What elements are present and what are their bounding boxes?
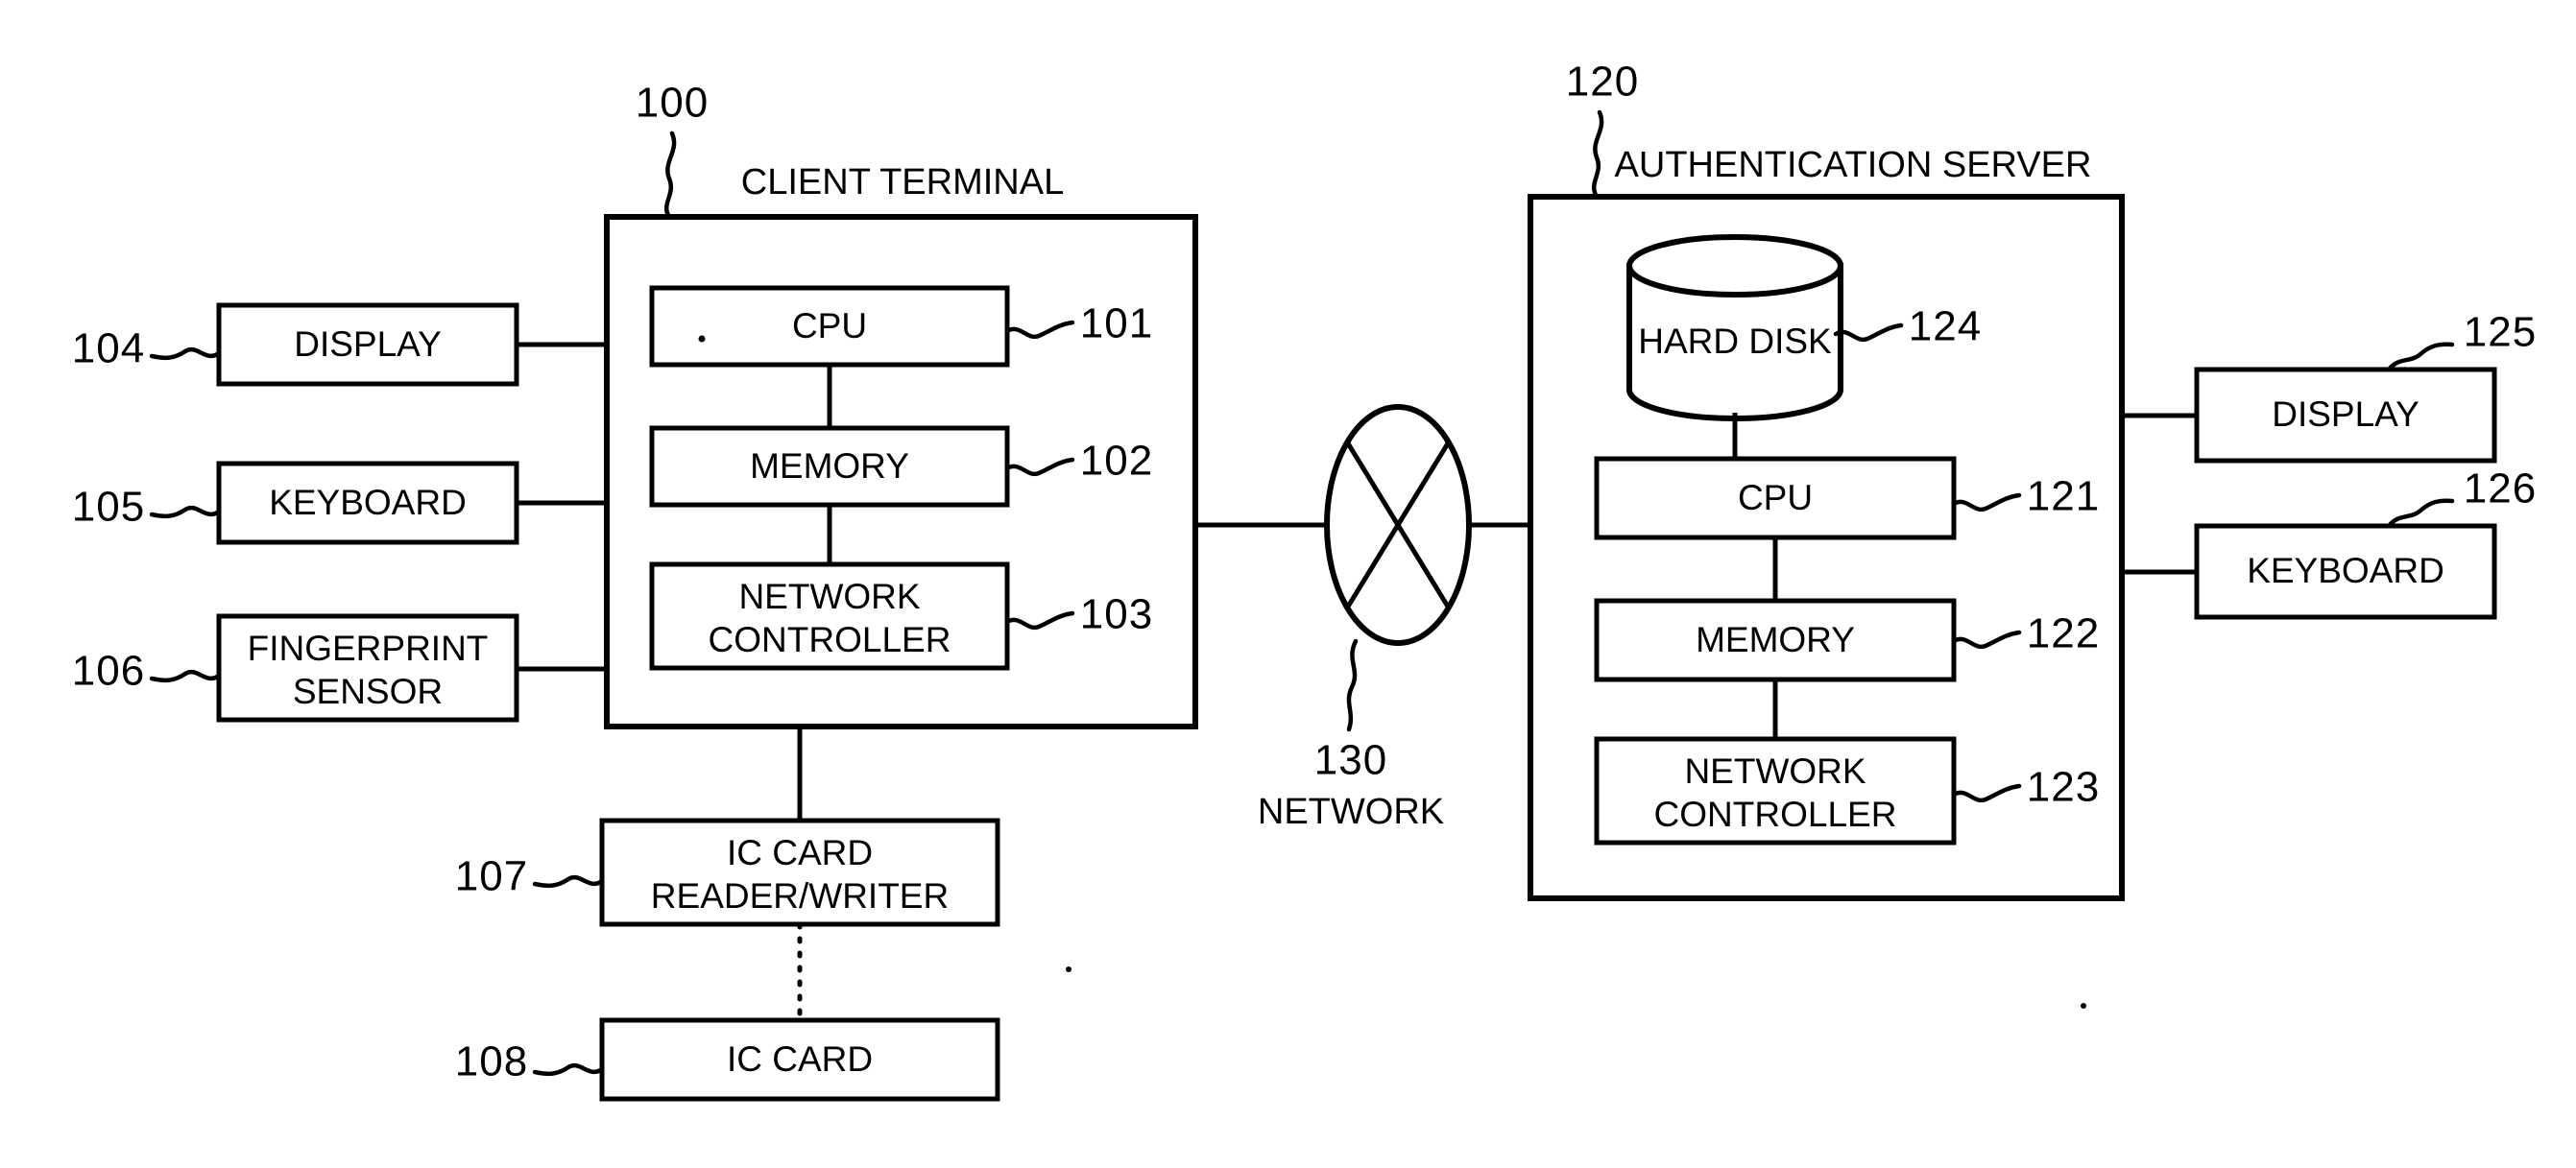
leader-102 [1004,457,1075,477]
ref-107: 107 [455,853,528,900]
ref-108: 108 [455,1038,528,1085]
ref-130: 130 [1314,737,1387,784]
ic-card-label: IC CARD [727,1039,873,1079]
leader-105 [149,505,222,519]
leader-126 [2386,498,2455,529]
network-label: NETWORK [1258,792,1444,832]
ref-126: 126 [2464,465,2537,512]
leader-103 [1004,610,1075,631]
leader-106 [149,669,222,683]
client-display-label: DISPLAY [294,324,442,364]
ref-101: 101 [1080,300,1153,347]
client-memory-label: MEMORY [750,446,909,486]
server-network-controller-label-line1: NETWORK [1684,751,1866,791]
ref-122: 122 [2027,610,2100,657]
leader-125 [2386,342,2455,372]
client-fingerprint-sensor-label-line1: FINGERPRINT [248,629,489,668]
leader-121 [1951,492,2022,512]
ink-speck [2081,1003,2086,1009]
hard-disk-label: HARD DISK [1638,322,1832,361]
server-cpu-label: CPU [1738,478,1813,517]
leader-123 [1951,783,2022,803]
ref-103: 103 [1080,591,1153,638]
ref-105: 105 [72,484,145,531]
patent-figure-canvas: CLIENT TERMINAL 100 CPU 101 MEMORY 102 N… [0,0,2576,1168]
client-terminal-title: CLIENT TERMINAL [741,162,1064,203]
server-memory-label: MEMORY [1696,620,1855,659]
leader-120 [1591,109,1604,200]
ref-120: 120 [1566,59,1639,106]
ic-card-reader-writer-label-line2: READER/WRITER [651,876,949,916]
ref-104: 104 [72,325,145,372]
client-network-controller-label-line1: NETWORK [738,577,920,616]
server-display-label: DISPLAY [2272,394,2420,434]
hard-disk-cylinder-top [1626,234,1843,298]
leader-100 [663,131,677,220]
leader-107 [532,874,605,889]
server-keyboard-label: KEYBOARD [2247,551,2444,590]
ref-125: 125 [2464,309,2537,356]
ink-speck [698,335,706,343]
ref-124: 124 [1909,303,1982,350]
leader-101 [1004,320,1075,340]
ref-106: 106 [72,648,145,695]
authentication-server-title: AUTHENTICATION SERVER [1615,145,2092,185]
client-fingerprint-sensor-label-line2: SENSOR [293,672,443,711]
ink-speck [1066,966,1071,972]
ref-123: 123 [2027,764,2100,811]
leader-108 [532,1062,605,1077]
client-network-controller-label-line2: CONTROLLER [709,620,951,659]
server-network-controller-label-line2: CONTROLLER [1654,795,1897,834]
ref-102: 102 [1080,438,1153,485]
client-cpu-label: CPU [792,306,867,346]
client-keyboard-label: KEYBOARD [269,483,467,522]
leader-122 [1951,630,2022,650]
ic-card-reader-writer-label-line1: IC CARD [727,833,873,872]
leader-124 [1833,322,1904,343]
leader-104 [149,346,222,361]
system-block-diagram: CLIENT TERMINAL 100 CPU 101 MEMORY 102 N… [72,59,2537,1102]
ref-121: 121 [2027,473,2100,520]
ref-100: 100 [636,80,709,127]
leader-130 [1346,638,1359,732]
